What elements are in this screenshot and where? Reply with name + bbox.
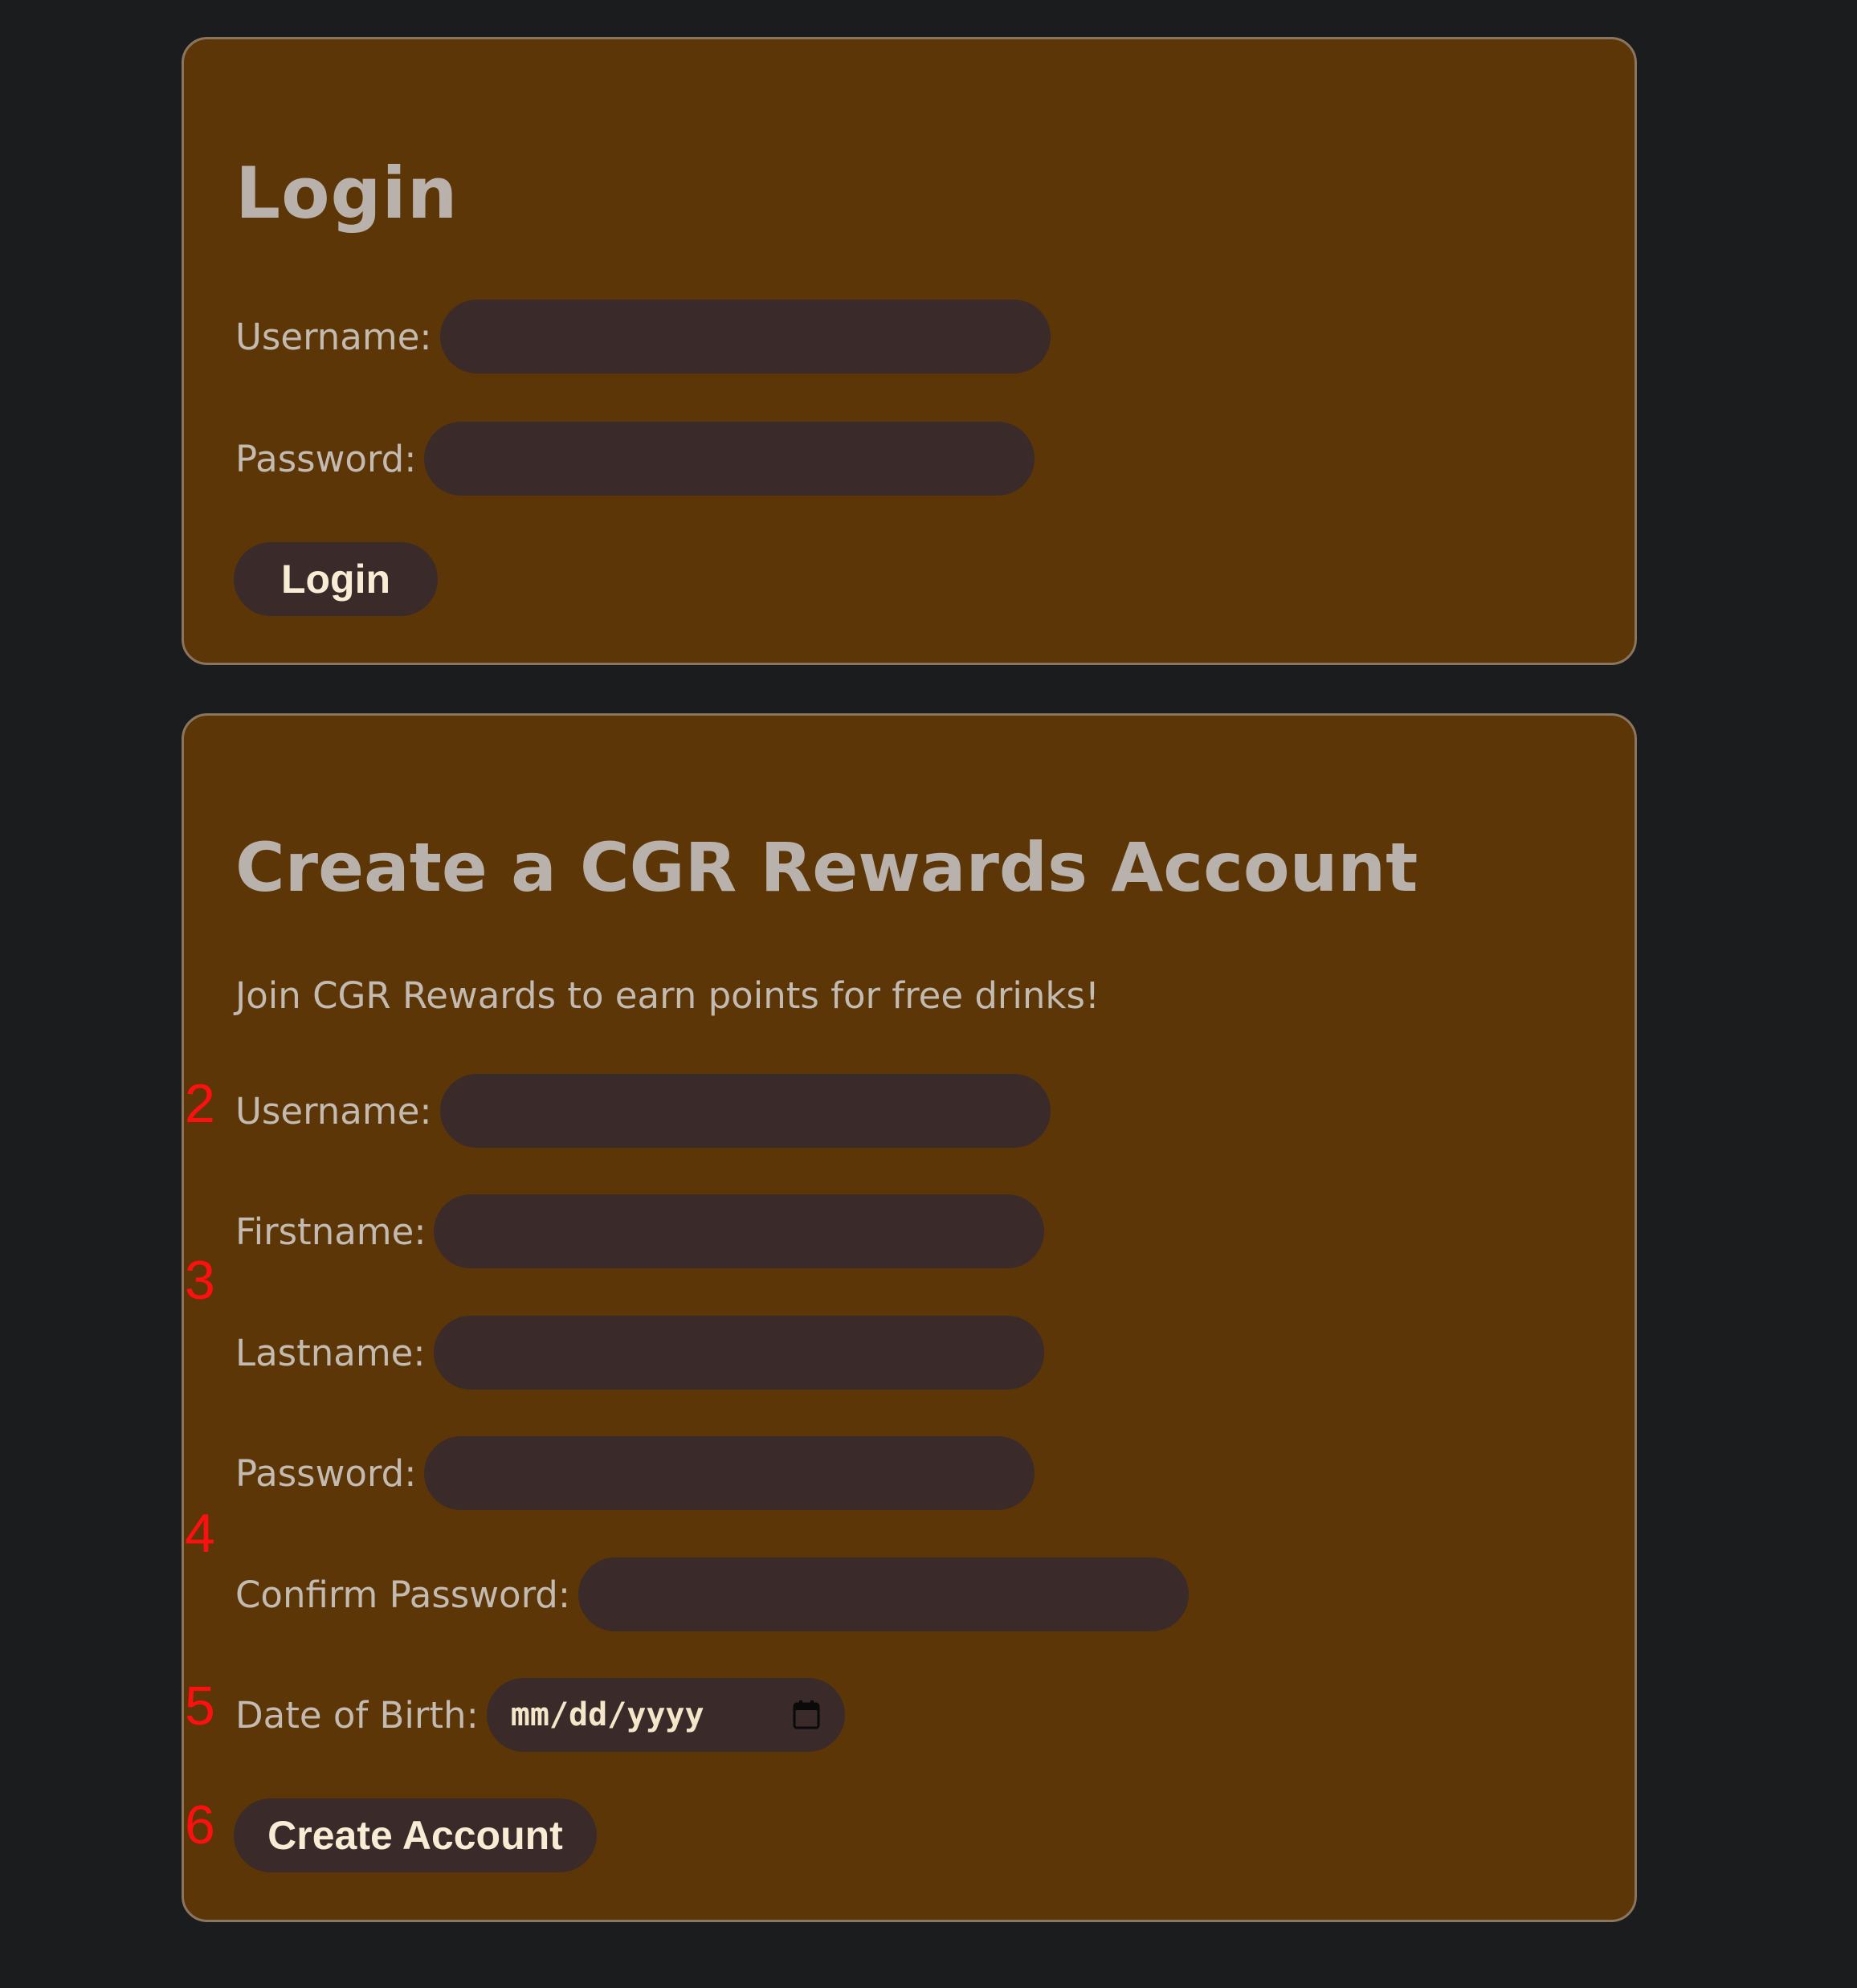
annotation-marker-5: 5 [185,1676,215,1737]
create-account-title: Create a CGR Rewards Account [235,828,1418,907]
annotation-marker-6: 6 [185,1794,215,1855]
register-dob-row: Date of Birth: mm/dd/yyyy [235,1678,845,1752]
register-username-label: Username: [235,1089,432,1133]
register-lastname-row: Lastname: [235,1316,1044,1390]
login-password-row: Password: [235,422,1035,496]
register-confirm-password-row: Confirm Password: [235,1557,1190,1631]
annotation-marker-2: 2 [185,1073,215,1134]
register-firstname-input[interactable] [434,1194,1045,1268]
login-username-input[interactable] [439,300,1051,374]
register-confirm-password-input[interactable] [578,1557,1190,1631]
register-firstname-row: Firstname: [235,1194,1045,1268]
create-account-button[interactable]: Create Account [234,1798,597,1872]
login-username-label: Username: [235,315,432,358]
login-title: Login [235,152,459,235]
register-dob-label: Date of Birth: [235,1693,479,1737]
register-password-input[interactable] [424,1436,1035,1510]
register-lastname-label: Lastname: [235,1331,426,1374]
annotation-marker-3: 3 [185,1250,215,1311]
register-password-row: Password: [235,1436,1035,1510]
login-password-label: Password: [235,437,417,480]
register-username-input[interactable] [439,1074,1051,1148]
login-panel: Login Username: Password: Login [182,37,1637,665]
register-password-label: Password: [235,1451,417,1495]
login-password-input[interactable] [424,422,1035,496]
register-firstname-label: Firstname: [235,1210,426,1253]
create-account-panel: Create a CGR Rewards Account Join CGR Re… [182,713,1637,1922]
create-account-subtitle: Join CGR Rewards to earn points for free… [235,974,1100,1017]
annotation-marker-4: 4 [185,1503,215,1564]
register-username-row: Username: [235,1074,1051,1148]
calendar-icon[interactable] [792,1700,821,1730]
login-username-row: Username: [235,300,1051,374]
date-of-birth-input[interactable]: mm/dd/yyyy [486,1678,845,1752]
register-confirm-password-label: Confirm Password: [235,1573,571,1616]
date-of-birth-placeholder: mm/dd/yyyy [510,1696,704,1733]
register-lastname-input[interactable] [433,1316,1044,1390]
login-button[interactable]: Login [234,542,438,616]
